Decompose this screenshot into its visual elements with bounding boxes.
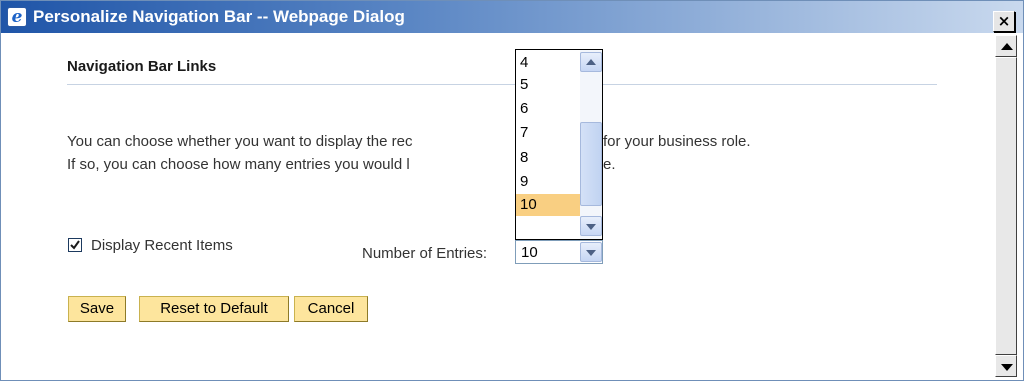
dropdown-scrollbar[interactable]	[580, 50, 602, 239]
number-of-entries-select[interactable]: 10	[515, 240, 603, 264]
dropdown-scroll-down-button[interactable]	[580, 216, 602, 236]
number-of-entries-label: Number of Entries:	[362, 245, 488, 262]
dropdown-button[interactable]	[580, 242, 602, 262]
dropdown-option[interactable]: 7	[516, 122, 580, 144]
chevron-down-icon	[586, 250, 596, 256]
description-line-2-start: If so, you can choose how many entries y…	[67, 156, 410, 173]
scroll-down-button[interactable]	[995, 355, 1017, 377]
chevron-down-icon	[586, 224, 596, 230]
section-title: Navigation Bar Links	[67, 58, 217, 75]
dropdown-option[interactable]: 8	[516, 147, 580, 169]
checkmark-icon	[70, 240, 80, 250]
display-recent-items-checkbox[interactable]	[68, 238, 82, 252]
cancel-button[interactable]: Cancel	[294, 296, 368, 322]
dialog-window: e Personalize Navigation Bar -- Webpage …	[0, 0, 1024, 381]
chevron-up-icon	[586, 59, 596, 65]
entries-dropdown-list: 4 5 6 7 8 9 10	[515, 49, 603, 240]
dropdown-scroll-up-button[interactable]	[580, 52, 602, 72]
window-title: Personalize Navigation Bar -- Webpage Di…	[33, 7, 405, 26]
title-bar: e Personalize Navigation Bar -- Webpage …	[1, 1, 1023, 33]
dialog-content	[11, 35, 987, 377]
description-line-1-start: You can choose whether you want to displ…	[67, 133, 413, 150]
dropdown-option[interactable]: 5	[516, 74, 580, 96]
scroll-thumb[interactable]	[995, 57, 1017, 355]
close-button[interactable]: ×	[993, 11, 1015, 32]
section-divider	[67, 84, 937, 85]
scroll-up-button[interactable]	[995, 35, 1017, 57]
dropdown-option[interactable]: 6	[516, 98, 580, 120]
description-line-2-end: e.	[603, 156, 616, 173]
description-line-2: If so, you can choose how many entries y…	[67, 155, 410, 175]
description-line-1-end: for your business role.	[603, 133, 751, 150]
save-button[interactable]: Save	[68, 296, 126, 322]
chevron-up-icon	[1001, 43, 1013, 50]
window-scrollbar[interactable]	[995, 35, 1017, 377]
description-line-1: You can choose whether you want to displ…	[67, 132, 413, 152]
reset-to-default-button[interactable]: Reset to Default	[139, 296, 289, 322]
dropdown-option[interactable]: 4	[516, 52, 580, 74]
dropdown-option-selected[interactable]: 10	[516, 194, 580, 216]
dropdown-scroll-thumb[interactable]	[580, 122, 602, 206]
number-of-entries-value: 10	[521, 244, 538, 261]
ie-icon: e	[7, 7, 27, 27]
dropdown-option[interactable]: 9	[516, 171, 580, 193]
chevron-down-icon	[1001, 364, 1013, 371]
display-recent-items-label[interactable]: Display Recent Items	[91, 236, 233, 256]
